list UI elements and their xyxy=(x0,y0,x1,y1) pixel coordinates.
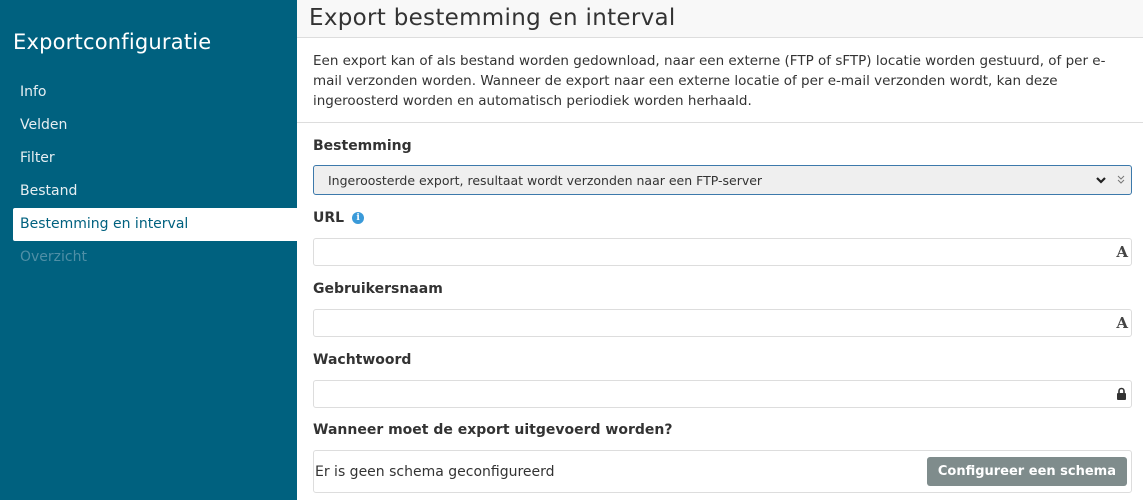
sidebar-item-filter[interactable]: Filter xyxy=(13,142,297,175)
lock-icon xyxy=(1117,387,1126,400)
password-label: Wachtwoord xyxy=(313,350,1132,370)
url-label: URL i xyxy=(313,208,1132,228)
schedule-box: Er is geen schema geconfigureerd Configu… xyxy=(313,450,1132,493)
sidebar-item-info[interactable]: Info xyxy=(13,76,297,109)
username-input[interactable]: A xyxy=(313,309,1132,337)
schedule-label: Wanneer moet de export uitgevoerd worden… xyxy=(313,420,1132,440)
page-title: Export bestemming en interval xyxy=(309,5,676,31)
schedule-label-text: Wanneer moet de export uitgevoerd worden… xyxy=(313,422,673,438)
url-input[interactable]: A xyxy=(313,238,1132,266)
sidebar-title: Exportconfiguratie xyxy=(13,30,212,54)
double-chevron-icon xyxy=(1117,175,1125,184)
sidebar-item-velden[interactable]: Velden xyxy=(13,109,297,142)
destination-label-text: Bestemming xyxy=(313,138,412,154)
sidebar: Exportconfiguratie Info Velden Filter Be… xyxy=(0,0,297,500)
page-header: Export bestemming en interval xyxy=(297,0,1143,38)
sidebar-nav: Info Velden Filter Bestand Bestemming en… xyxy=(13,76,297,274)
destination-select[interactable]: Ingeroosterde export, resultaat wordt ve… xyxy=(313,165,1132,195)
configure-schedule-button[interactable]: Configureer een schema xyxy=(926,457,1127,486)
export-form: Bestemming Ingeroosterde export, resulta… xyxy=(297,136,1143,493)
url-label-text: URL xyxy=(313,210,345,226)
schedule-status: Er is geen schema geconfigureerd xyxy=(315,463,555,480)
sidebar-item-overzicht: Overzicht xyxy=(20,249,87,265)
password-label-text: Wachtwoord xyxy=(313,352,412,368)
text-icon: A xyxy=(1116,314,1128,332)
username-label-text: Gebruikersnaam xyxy=(313,281,443,297)
chevron-down-icon xyxy=(1096,177,1106,184)
password-input[interactable] xyxy=(313,380,1132,408)
destination-label: Bestemming xyxy=(313,136,1132,156)
sidebar-item-bestemming-en-interval[interactable]: Bestemming en interval xyxy=(13,208,297,241)
destination-selected-value: Ingeroosterde export, resultaat wordt ve… xyxy=(328,172,763,188)
sidebar-item-bestand[interactable]: Bestand xyxy=(13,175,297,208)
main-content: Export bestemming en interval Een export… xyxy=(297,0,1143,500)
username-label: Gebruikersnaam xyxy=(313,279,1132,299)
text-icon: A xyxy=(1116,243,1128,261)
intro-text: Een export kan of als bestand worden ged… xyxy=(297,38,1143,123)
info-icon[interactable]: i xyxy=(352,212,365,224)
